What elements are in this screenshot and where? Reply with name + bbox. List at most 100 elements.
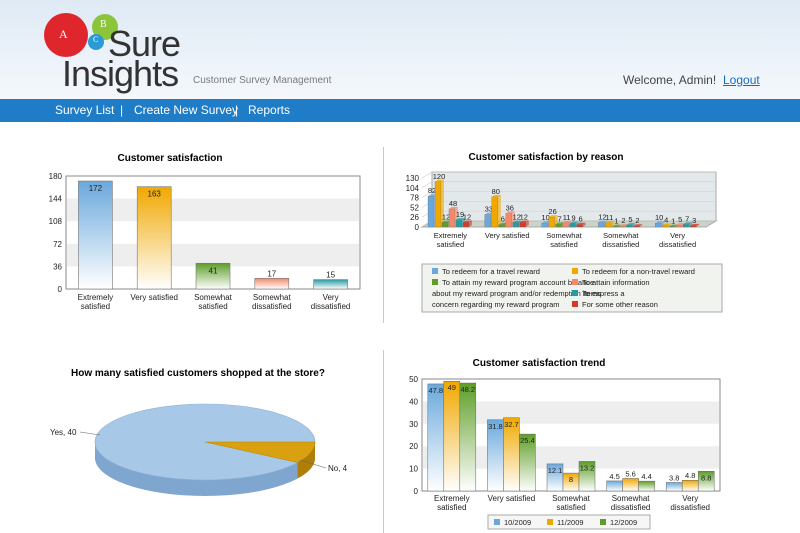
nav-reports[interactable]: Reports bbox=[248, 103, 290, 117]
satisfaction-trend-chart: Customer satisfaction trend 0 10 20 30 40 50 47… bbox=[409, 358, 721, 530]
nav-survey-list[interactable]: Survey List bbox=[55, 103, 114, 117]
bar-value-label: 10 bbox=[655, 213, 663, 222]
bar-value-label: 172 bbox=[89, 184, 103, 193]
x-tick-label: Very satisfied bbox=[130, 293, 178, 302]
bar-value-label: 48 bbox=[449, 199, 457, 208]
bar-value-label: 4 bbox=[664, 215, 668, 224]
nav-create-new-survey[interactable]: Create New Survey bbox=[134, 103, 238, 117]
bar-value-label: 12 bbox=[520, 212, 528, 221]
bar bbox=[443, 380, 461, 492]
pie-label-no: No, 4 bbox=[328, 464, 348, 473]
y-tick-label: 10 bbox=[409, 465, 418, 474]
satisfaction-by-reason-chart: Customer satisfaction by reason026527810… bbox=[406, 152, 723, 313]
bar-value-label: 163 bbox=[148, 190, 162, 199]
legend-swatch bbox=[432, 268, 438, 274]
gridline bbox=[421, 171, 433, 179]
bar-value-label: 4.4 bbox=[641, 472, 651, 481]
bar bbox=[427, 383, 445, 492]
legend-label: To attain information bbox=[582, 278, 650, 287]
bar bbox=[638, 480, 655, 492]
bar-value-label: 31.8 bbox=[488, 422, 503, 431]
welcome-message: Welcome, Admin! bbox=[623, 73, 717, 87]
y-tick-label: 52 bbox=[410, 203, 419, 212]
satisfied-customers-pie-chart: How many satisfied customers shopped at … bbox=[50, 368, 348, 496]
bar-value-label: 9 bbox=[572, 214, 576, 223]
bar-value-label: 8 bbox=[569, 475, 573, 484]
x-tick-label: dissatisfied bbox=[602, 240, 639, 249]
bar bbox=[598, 222, 605, 228]
bar bbox=[665, 482, 683, 492]
legend-swatch bbox=[572, 301, 578, 307]
bar-value-label: 120 bbox=[433, 172, 446, 181]
logout-link[interactable]: Logout bbox=[723, 73, 760, 87]
y-tick-label: 180 bbox=[49, 172, 63, 181]
y-tick-label: 108 bbox=[49, 217, 63, 226]
x-tick-label: Somewhat bbox=[603, 231, 639, 240]
bar-value-label: 15 bbox=[326, 271, 335, 280]
bar bbox=[491, 196, 498, 228]
x-tick-label: dissatisfied bbox=[670, 503, 710, 512]
x-tick-label: dissatisfied bbox=[252, 302, 292, 311]
bar-value-label: 1 bbox=[671, 217, 675, 226]
bar-value-label: 6 bbox=[501, 215, 505, 224]
x-tick-label: satisfied bbox=[437, 503, 466, 512]
bar bbox=[462, 222, 470, 228]
nav-separator: | bbox=[120, 103, 124, 117]
logo-letter-c: C bbox=[93, 35, 99, 44]
legend-label: concern regarding my reward program bbox=[432, 300, 560, 309]
bar bbox=[459, 382, 477, 492]
nav-separator: | bbox=[235, 103, 239, 117]
bar bbox=[569, 223, 576, 228]
chart-title: Customer satisfaction by reason bbox=[468, 152, 623, 163]
y-tick-label: 104 bbox=[406, 184, 420, 193]
bar bbox=[136, 186, 172, 290]
x-tick-label: Somewhat bbox=[194, 293, 233, 302]
x-tick-label: satisfied bbox=[198, 302, 227, 311]
bar-value-label: 7 bbox=[558, 214, 562, 223]
x-tick-label: satisfied bbox=[556, 503, 585, 512]
bar bbox=[484, 214, 491, 228]
bar-value-label: 6 bbox=[579, 215, 583, 224]
brand-name-line2: Insights bbox=[62, 53, 179, 94]
bar-value-label: 32.7 bbox=[504, 420, 519, 429]
x-tick-label: Very bbox=[670, 231, 685, 240]
bar-value-label: 48.2 bbox=[460, 385, 475, 394]
bar bbox=[505, 213, 512, 228]
bar bbox=[655, 223, 662, 228]
sure-insights-logo[interactable]: A B C Sure Insights bbox=[44, 8, 184, 98]
x-tick-label: Extremely bbox=[78, 293, 114, 302]
legend-label: To redeem for a travel reward bbox=[442, 267, 540, 276]
legend-swatch bbox=[600, 519, 606, 525]
label-leader bbox=[79, 431, 101, 436]
bar bbox=[662, 225, 669, 228]
bar bbox=[548, 217, 555, 228]
bar bbox=[512, 222, 519, 228]
logo-letter-a: A bbox=[59, 27, 68, 41]
bar bbox=[498, 224, 505, 228]
bar-value-label: 2 bbox=[621, 216, 625, 225]
chart-title: Customer satisfaction trend bbox=[473, 358, 606, 369]
customer-satisfaction-chart: Customer satisfaction 0 36 72 108 144 180 172 Ex… bbox=[49, 153, 361, 311]
bar bbox=[434, 181, 442, 228]
y-tick-label: 30 bbox=[409, 420, 418, 429]
x-tick-label: Somewhat bbox=[552, 494, 591, 503]
bar bbox=[681, 479, 699, 492]
bar-value-label: 5.6 bbox=[625, 469, 635, 478]
bar bbox=[606, 480, 623, 492]
legend-swatch bbox=[572, 290, 578, 296]
bar bbox=[254, 278, 290, 290]
bar-value-label: 49 bbox=[448, 383, 456, 392]
y-tick-label: 36 bbox=[53, 262, 62, 271]
x-tick-label: Very bbox=[682, 494, 698, 503]
y-tick-label: 50 bbox=[409, 375, 418, 384]
y-tick-label: 72 bbox=[53, 240, 62, 249]
app-tagline: Customer Survey Management bbox=[193, 75, 332, 86]
main-navbar: Survey List | Create New Survey | Report… bbox=[0, 99, 800, 122]
bar-value-label: 5 bbox=[628, 215, 632, 224]
bar bbox=[683, 224, 690, 228]
bar-value-label: 8.8 bbox=[701, 473, 711, 482]
chart-title: Customer satisfaction bbox=[117, 153, 222, 164]
bar bbox=[455, 219, 463, 228]
bar-value-label: 5 bbox=[678, 215, 682, 224]
y-tick-label: 0 bbox=[415, 223, 420, 232]
